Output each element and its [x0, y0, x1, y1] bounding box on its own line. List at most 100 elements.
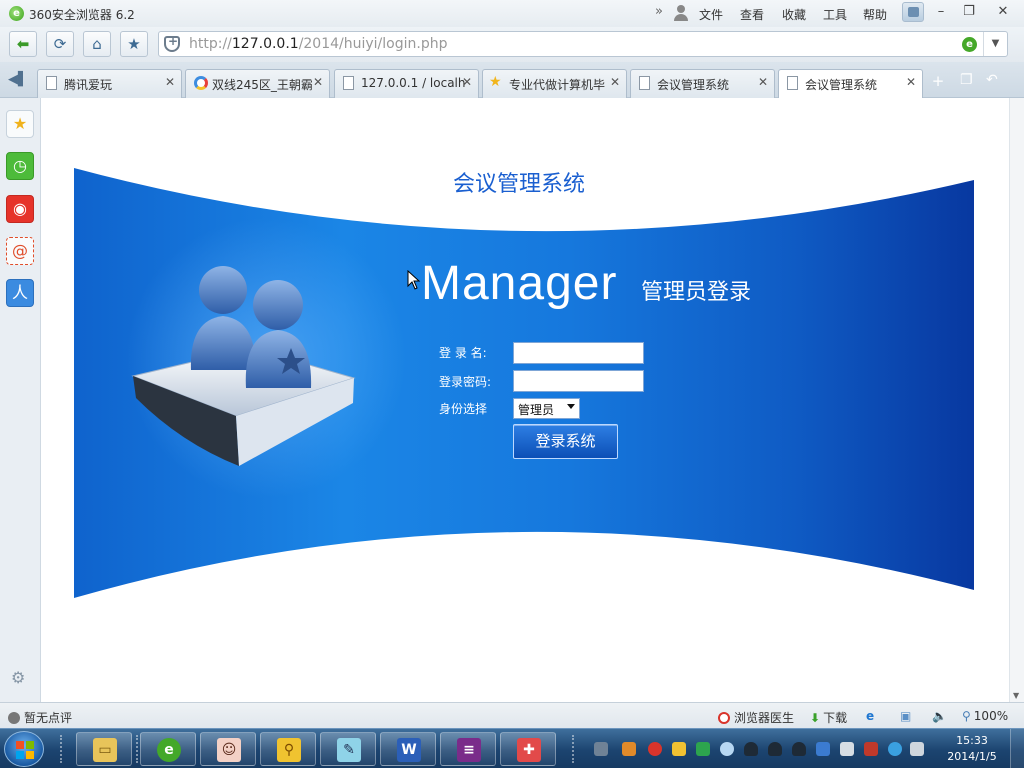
- tab-meeting-1[interactable]: 会议管理系统 ✕: [630, 69, 775, 98]
- close-window-button[interactable]: ✕: [992, 3, 1014, 21]
- show-desktop-button[interactable]: [1010, 729, 1024, 768]
- taskbar-avatar-app[interactable]: ☺: [200, 732, 256, 766]
- favorites-star-icon[interactable]: ★: [6, 110, 34, 138]
- page-icon: [343, 76, 354, 90]
- taskbar-notepad[interactable]: ✎: [320, 732, 376, 766]
- taskbar-search-app[interactable]: ⚲: [260, 732, 316, 766]
- tray-windows-icon[interactable]: [864, 742, 878, 756]
- windows-taskbar: ▭ e ☺ ⚲ ✎ W ≡ ✚ 15:33 2014/1/5: [0, 728, 1024, 768]
- taskbar-winrar[interactable]: ≡: [440, 732, 496, 766]
- tab-game[interactable]: 双线245区_王朝霸 ✕: [185, 69, 330, 98]
- star-favorite-icon: ★: [489, 74, 502, 90]
- qq-penguin-icon[interactable]: [768, 742, 782, 756]
- expand-chevron-icon[interactable]: »: [655, 4, 663, 19]
- word-icon: W: [397, 738, 421, 762]
- password-label: 登录密码:: [439, 375, 492, 389]
- weibo-icon[interactable]: ◉: [6, 195, 34, 223]
- tab-label: 会议管理系统: [657, 78, 730, 92]
- bookmark-button[interactable]: ★: [120, 31, 148, 57]
- start-button[interactable]: [4, 731, 44, 767]
- qq-penguin-icon[interactable]: [792, 742, 806, 756]
- refresh-icon: ⟳: [53, 35, 67, 53]
- scroll-down-arrow-icon[interactable]: ▼: [1013, 691, 1019, 700]
- page-icon: [639, 76, 650, 90]
- menu-file[interactable]: 文件: [699, 6, 723, 23]
- sidebar-toggle-icon[interactable]: ◀▌: [8, 72, 28, 87]
- new-tab-button[interactable]: +: [928, 72, 948, 90]
- site-rating[interactable]: 暂无点评: [8, 709, 72, 726]
- username-label: 登 录 名:: [439, 346, 487, 360]
- login-submit-button[interactable]: 登录系统: [513, 424, 618, 459]
- ie-engine-icon[interactable]: e: [866, 709, 874, 723]
- page-icon: [46, 76, 57, 90]
- username-input[interactable]: [513, 342, 644, 364]
- menu-tools[interactable]: 工具: [823, 6, 847, 23]
- app-logo-icon[interactable]: 人: [6, 279, 34, 307]
- ie-mode-icon[interactable]: e: [962, 37, 977, 52]
- back-button[interactable]: ⬅: [9, 31, 37, 57]
- user-account-icon[interactable]: [674, 5, 688, 21]
- menu-view[interactable]: 查看: [740, 6, 764, 23]
- home-button[interactable]: ⌂: [83, 31, 111, 57]
- taskbar-clock[interactable]: 15:33 2014/1/5: [942, 733, 1002, 765]
- tray-blue-icon[interactable]: [888, 742, 902, 756]
- system-title: 会议管理系统: [453, 172, 586, 197]
- taskbar-eraser-app[interactable]: ✚: [500, 732, 556, 766]
- window-mode-icon[interactable]: ▣: [900, 709, 911, 723]
- undo-close-icon[interactable]: ↶: [986, 72, 998, 88]
- tray-grid-icon[interactable]: [816, 742, 830, 756]
- tray-red-icon[interactable]: [648, 742, 662, 756]
- taskbar-grip: [572, 735, 576, 763]
- tray-bird-icon[interactable]: [720, 742, 734, 756]
- tab-list-icon[interactable]: ❐: [960, 72, 973, 88]
- history-clock-icon[interactable]: ◷: [6, 152, 34, 180]
- tab-close-icon[interactable]: ✕: [462, 75, 472, 89]
- network-icon[interactable]: [840, 742, 854, 756]
- taskbar-word[interactable]: W: [380, 732, 436, 766]
- skin-shirt-icon[interactable]: [902, 2, 924, 22]
- browser-doctor[interactable]: 浏览器医生: [718, 709, 794, 726]
- menu-help[interactable]: 帮助: [863, 6, 887, 23]
- address-dropdown-icon[interactable]: ▼: [983, 32, 1007, 56]
- clock-time: 15:33: [956, 734, 988, 747]
- keyboard-icon[interactable]: [594, 742, 608, 756]
- vertical-scrollbar[interactable]: ▼: [1009, 98, 1024, 702]
- tab-thesis[interactable]: ★ 专业代做计算机毕 ✕: [482, 69, 627, 98]
- restore-button[interactable]: ❐: [958, 3, 980, 21]
- address-bar[interactable]: http://127.0.0.1/2014/huiyi/login.php e …: [158, 31, 1008, 57]
- dropdown-arrow-icon: [567, 404, 575, 409]
- qq-penguin-icon[interactable]: [744, 742, 758, 756]
- url-text[interactable]: http://127.0.0.1/2014/huiyi/login.php: [189, 36, 447, 52]
- tab-close-icon[interactable]: ✕: [313, 75, 323, 89]
- downloads[interactable]: ⬇ 下载: [810, 709, 847, 726]
- minimize-button[interactable]: –: [930, 3, 952, 21]
- sound-icon[interactable]: 🔈: [932, 709, 947, 723]
- tray-green-icon[interactable]: [696, 742, 710, 756]
- shield-tray-icon[interactable]: [672, 742, 686, 756]
- role-label: 身份选择: [439, 402, 488, 416]
- tab-close-icon[interactable]: ✕: [758, 75, 768, 89]
- password-input[interactable]: [513, 370, 644, 392]
- navigation-toolbar: ⬅ ⟳ ⌂ ★ http://127.0.0.1/2014/huiyi/logi…: [0, 27, 1024, 62]
- tray-app-icon[interactable]: [622, 742, 636, 756]
- tab-localhost[interactable]: 127.0.0.1 / localh ✕: [334, 69, 479, 98]
- tab-close-icon[interactable]: ✕: [906, 75, 916, 89]
- notepad-icon: ✎: [337, 738, 361, 762]
- refresh-button[interactable]: ⟳: [46, 31, 74, 57]
- volume-icon[interactable]: [910, 742, 924, 756]
- role-select[interactable]: 管理员: [513, 398, 580, 419]
- tab-close-icon[interactable]: ✕: [610, 75, 620, 89]
- menu-favorites[interactable]: 收藏: [782, 6, 806, 23]
- settings-gear-icon[interactable]: ⚙: [11, 668, 25, 687]
- taskbar-explorer[interactable]: ▭: [76, 732, 132, 766]
- windows-logo-icon: [16, 741, 34, 759]
- zoom-level[interactable]: ⚲ 100%: [962, 709, 1008, 723]
- magnifier-icon: ⚲: [277, 738, 301, 762]
- left-sidebar: ★ ◷ ◉ @ 人 ⚙: [0, 98, 41, 702]
- tab-meeting-active[interactable]: 会议管理系统 ✕: [778, 69, 923, 99]
- tab-tencent[interactable]: 腾讯爱玩 ✕: [37, 69, 182, 98]
- mail-at-icon[interactable]: @: [6, 237, 34, 265]
- tab-close-icon[interactable]: ✕: [165, 75, 175, 89]
- taskbar-360-browser[interactable]: e: [140, 732, 196, 766]
- browser-title-bar: e 360安全浏览器 6.2 » 文件 查看 收藏 工具 帮助 – ❐ ✕: [0, 0, 1024, 27]
